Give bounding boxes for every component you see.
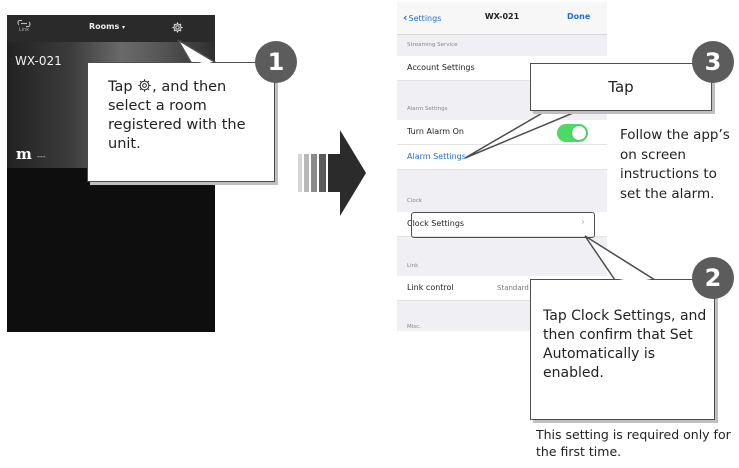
step-3-instructions: Follow the app’s on screen instructions … (620, 127, 730, 202)
step-2-badge: 2 (692, 257, 734, 299)
callout-2-pointer-cover (616, 277, 654, 281)
first-time-note: This setting is required only for the fi… (536, 427, 731, 459)
